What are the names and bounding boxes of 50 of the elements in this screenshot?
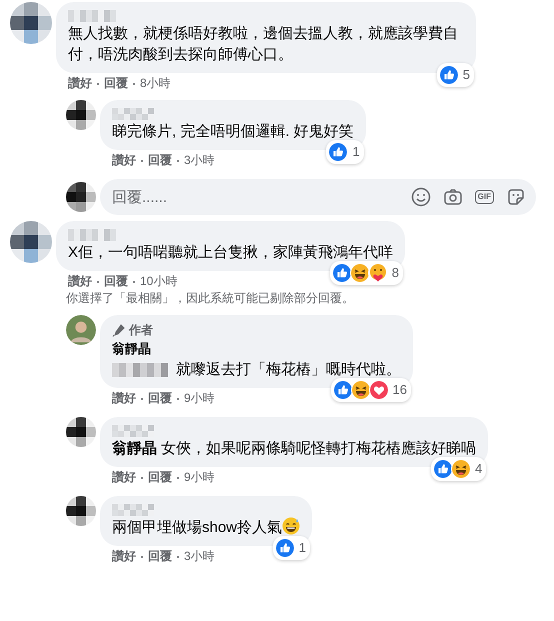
reply-link[interactable]: 回覆 [148, 153, 172, 168]
gif-button[interactable]: GIF [474, 190, 494, 204]
blurred-text [112, 363, 168, 378]
camera-icon[interactable] [442, 187, 463, 207]
blurred-name [68, 229, 116, 241]
timestamp: 10小時 [140, 274, 178, 289]
blurred-name [68, 10, 116, 22]
avatar-icon[interactable] [10, 2, 52, 44]
reply-link[interactable]: 回覆 [148, 549, 172, 564]
pen-icon [112, 324, 125, 336]
timestamp: 9小時 [184, 391, 215, 406]
avatar-icon[interactable] [66, 417, 96, 447]
blurred-name [112, 504, 154, 516]
avatar-icon[interactable] [66, 100, 96, 130]
like-link[interactable]: 讚好 [112, 470, 136, 485]
timestamp: 9小時 [184, 470, 215, 485]
like-link[interactable]: 讚好 [68, 76, 92, 91]
like-link[interactable]: 讚好 [68, 274, 92, 289]
timestamp: 3小時 [184, 153, 215, 168]
like-link[interactable]: 讚好 [112, 549, 136, 564]
reply-link[interactable]: 回覆 [148, 470, 172, 485]
like-link[interactable]: 讚好 [112, 153, 136, 168]
blurred-name [112, 425, 154, 437]
avatar-icon[interactable] [10, 221, 52, 263]
reply-link[interactable]: 回覆 [104, 274, 128, 289]
avatar-icon[interactable] [66, 496, 96, 526]
reaction-summary[interactable]: 1 [326, 140, 364, 164]
like-link[interactable]: 讚好 [112, 391, 136, 406]
comment-text: 無人找數，就梗係唔好教啦，邊個去搵人教，就應該學費自付，唔洗肉酸到去探向師傅心口。 [68, 24, 459, 65]
comment-text: 就嚟返去打「梅花樁」嘅時代啦。 [112, 359, 401, 380]
reply-link[interactable]: 回覆 [104, 76, 128, 91]
reply-link[interactable]: 回覆 [148, 391, 172, 406]
author-name[interactable]: 翁靜晶 [112, 341, 151, 356]
comment-text: 翁靜晶 女俠，如果呢兩條騎呢怪轉打梅花樁應該好睇喎 [112, 439, 476, 459]
sticker-icon[interactable] [506, 187, 526, 207]
timestamp: 8小時 [140, 76, 171, 91]
reaction-summary[interactable]: 1 [272, 536, 310, 560]
comment-text: 睇完條片, 完全唔明個邏輯. 好鬼好笑 [112, 122, 354, 142]
timestamp: 3小時 [184, 549, 215, 564]
reaction-summary[interactable]: 8 [330, 261, 404, 285]
author-label: 作者 [129, 322, 153, 338]
reaction-summary[interactable]: 16 [330, 378, 411, 402]
comment-text: 兩個甲埋做場show拎人氣 [112, 517, 300, 538]
blurred-name [112, 108, 154, 120]
reaction-summary[interactable]: 4 [430, 457, 486, 481]
avatar-icon[interactable] [66, 182, 96, 212]
reaction-summary[interactable]: 5 [436, 63, 474, 87]
comment-text: X佢，一句唔啱聽就上台隻揪，家陣黃飛鴻年代咩 [68, 243, 394, 263]
notice-text: 你選擇了「最相關」，因此系統可能已剔除部分回覆。 [66, 291, 355, 306]
smiley-icon[interactable] [410, 187, 431, 207]
